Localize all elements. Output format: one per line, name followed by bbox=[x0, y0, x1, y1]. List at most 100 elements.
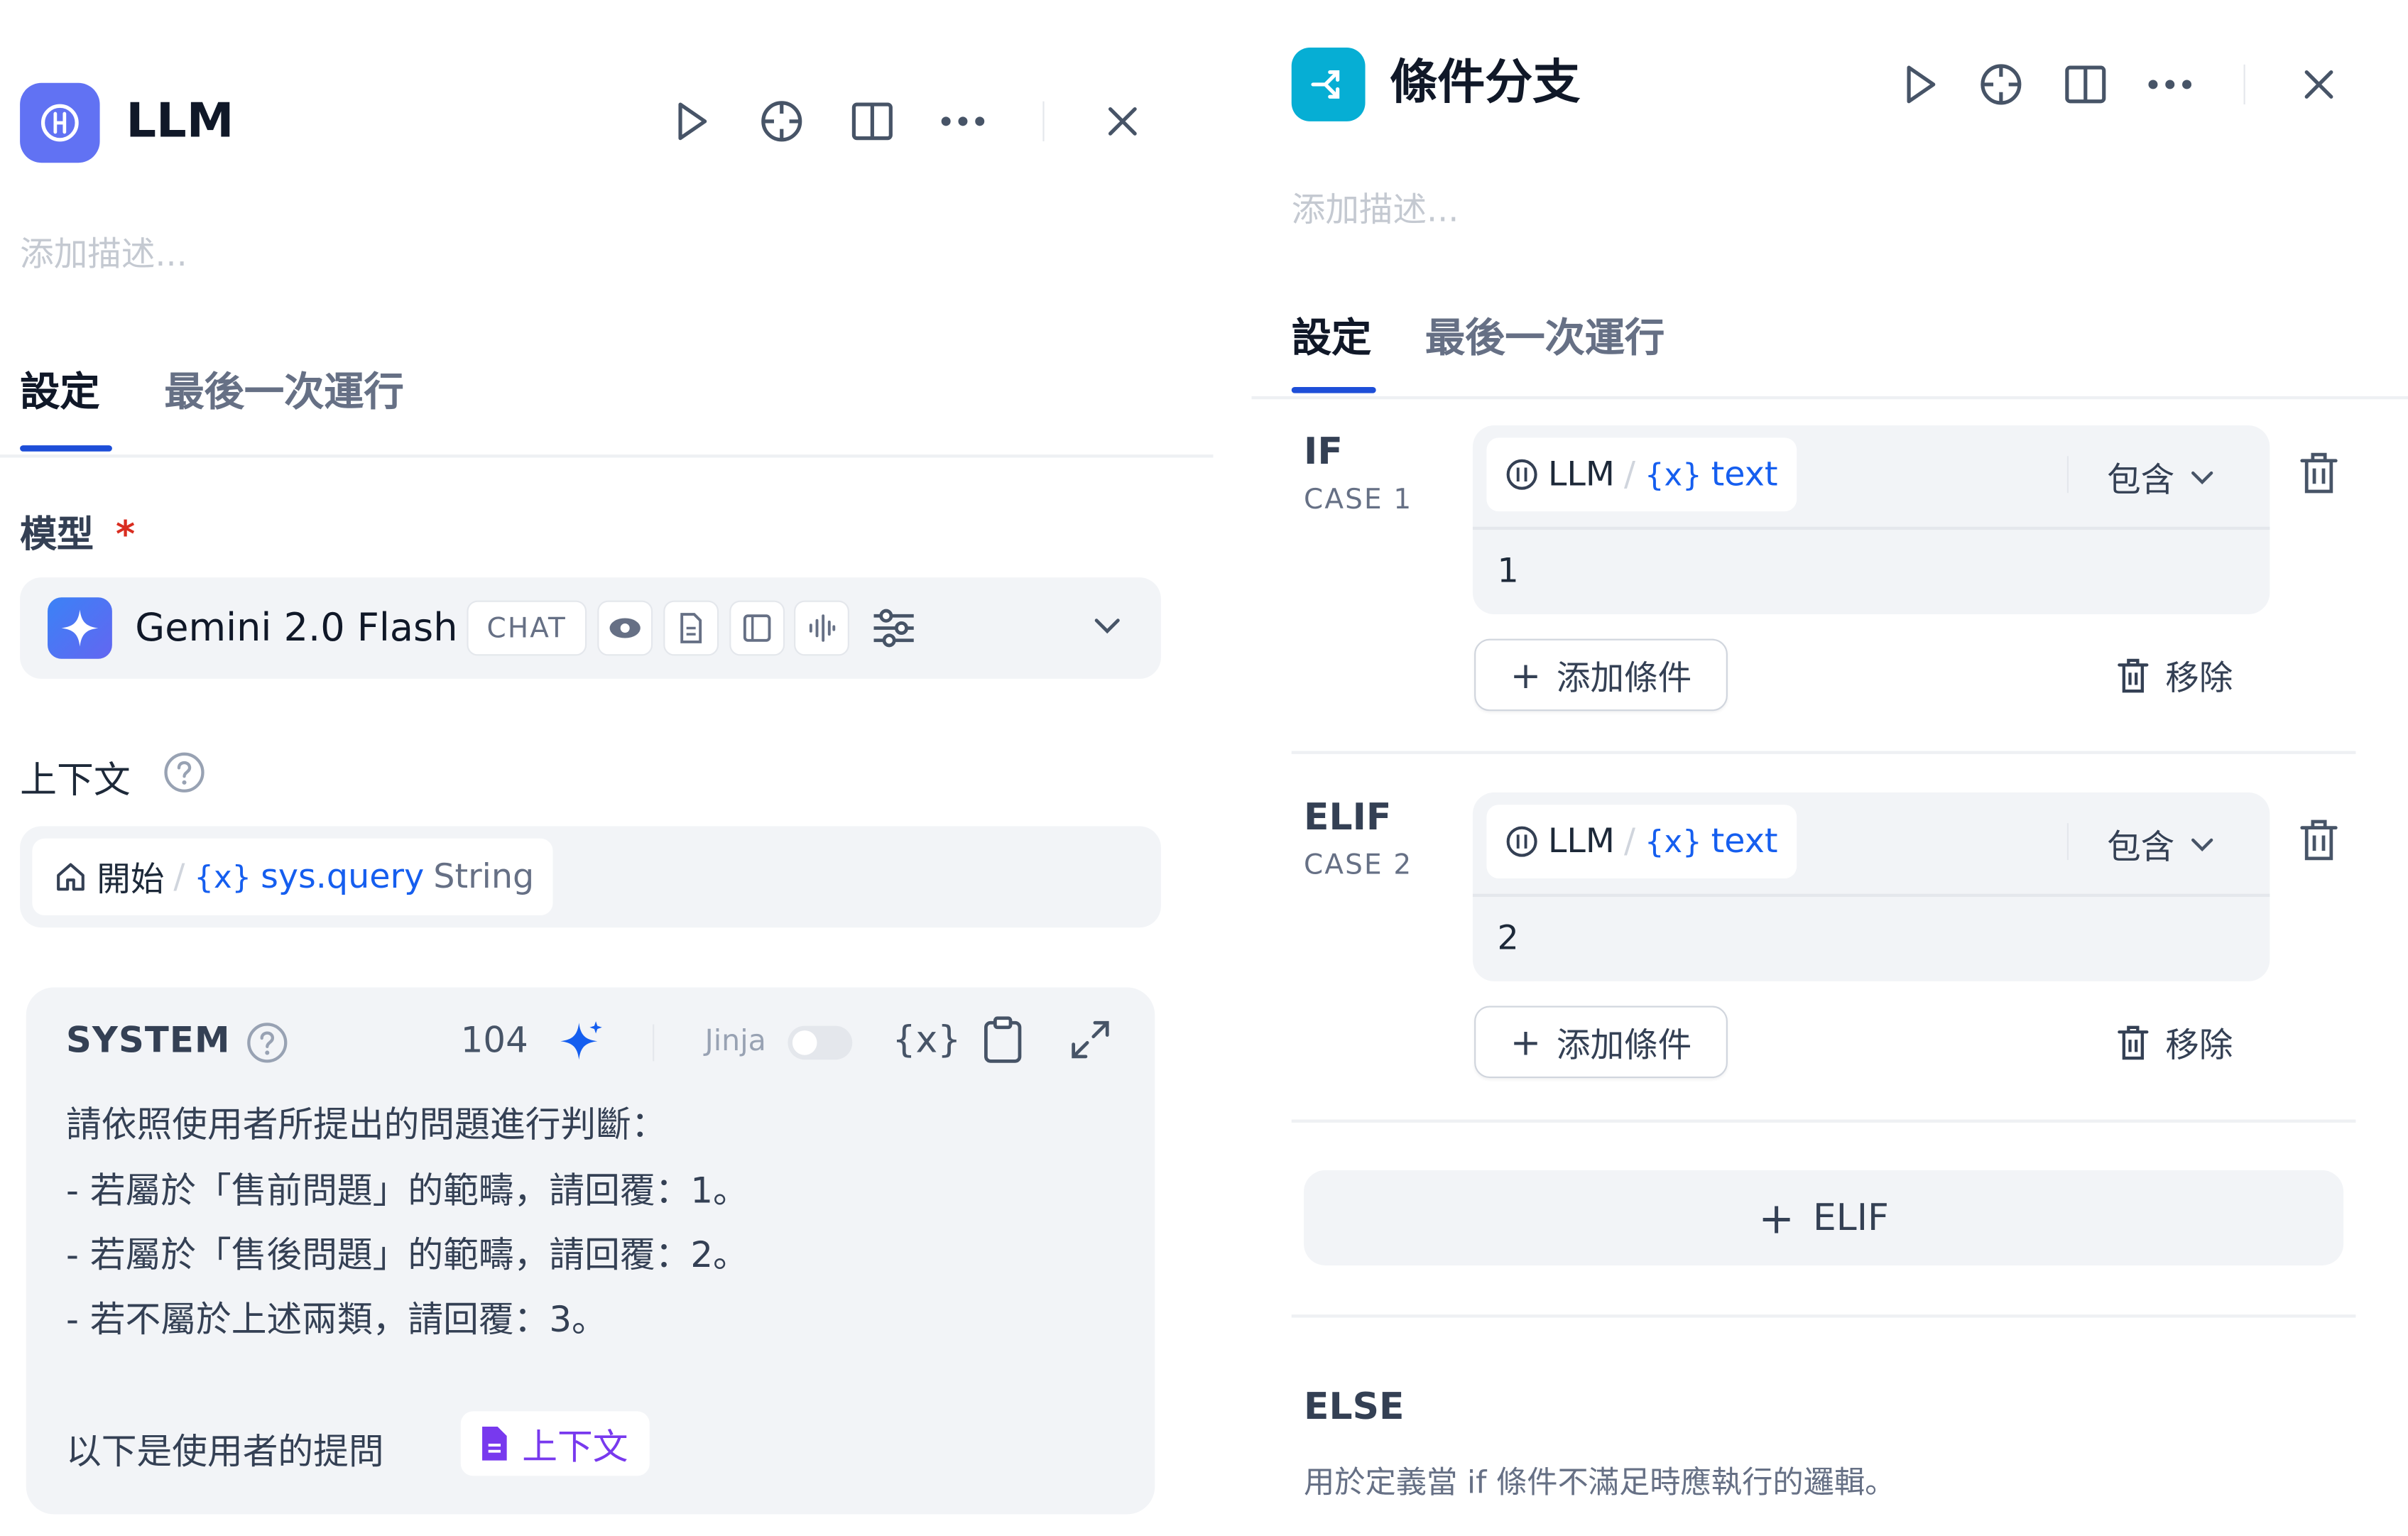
context-variable-chip[interactable]: 開始 / {x} sys.query String bbox=[32, 838, 553, 915]
llm-node-icon bbox=[20, 82, 100, 163]
node-title[interactable]: 條件分支 bbox=[1390, 50, 1580, 115]
node-title[interactable]: LLM bbox=[126, 89, 234, 153]
context-insert-chip[interactable]: 上下文 bbox=[460, 1411, 650, 1476]
else-label: ELSE bbox=[1304, 1385, 1405, 1429]
crosshair-icon bbox=[761, 101, 802, 142]
system-label: SYSTEM bbox=[65, 1021, 231, 1062]
prompt-line: 請依照使用者所提出的問題進行判斷： bbox=[65, 1106, 667, 1146]
close-icon bbox=[1108, 107, 1137, 136]
node-name: LLM bbox=[1547, 455, 1615, 494]
more-button[interactable] bbox=[937, 95, 989, 148]
operator-label: 包含 bbox=[2107, 462, 2175, 501]
case-divider bbox=[1291, 751, 2356, 753]
help-icon[interactable] bbox=[246, 1021, 289, 1070]
video-icon bbox=[743, 614, 771, 642]
case-label: CASE 2 bbox=[1304, 849, 1413, 882]
delete-condition-icon[interactable] bbox=[2297, 817, 2341, 870]
run-button[interactable] bbox=[1893, 58, 1946, 111]
jinja-toggle[interactable] bbox=[788, 1025, 853, 1060]
model-params-button[interactable] bbox=[868, 602, 920, 655]
operator-select[interactable]: 包含 bbox=[2107, 453, 2214, 502]
variable-type: String bbox=[433, 857, 535, 896]
add-elif-button[interactable]: + ELIF bbox=[1304, 1170, 2344, 1265]
case-keyword: ELIF bbox=[1304, 795, 1392, 839]
close-button[interactable] bbox=[1096, 95, 1149, 148]
vision-capability bbox=[597, 600, 653, 656]
condition-variable-chip[interactable]: LLM / {x} text bbox=[1486, 805, 1797, 879]
add-condition-button[interactable]: + 添加條件 bbox=[1474, 638, 1728, 712]
expand-icon[interactable] bbox=[1069, 1018, 1112, 1067]
audio-wave-icon bbox=[809, 614, 836, 642]
llm-icon bbox=[1506, 826, 1537, 857]
case-keyword: IF bbox=[1304, 430, 1343, 474]
book-icon bbox=[2065, 65, 2106, 104]
play-icon bbox=[1907, 65, 1936, 104]
tab-last-run[interactable]: 最後一次運行 bbox=[1425, 307, 1665, 364]
branch-node-icon bbox=[1291, 48, 1366, 121]
model-selector[interactable]: Gemini 2.0 Flash CHAT bbox=[20, 577, 1161, 679]
tab-settings[interactable]: 設定 bbox=[20, 361, 99, 418]
model-name: Gemini 2.0 Flash bbox=[135, 605, 458, 650]
prompt-line: - 若屬於「售前問題」的範疇，請回覆：1。 bbox=[65, 1172, 748, 1212]
plus-icon: + bbox=[1758, 1192, 1795, 1243]
prompt-line: - 若不屬於上述兩類，請回覆：3。 bbox=[65, 1300, 607, 1341]
model-label: 模型 * bbox=[20, 513, 136, 556]
remove-case-button[interactable]: 移除 bbox=[2116, 651, 2233, 700]
operator-separator bbox=[2066, 823, 2069, 861]
eye-icon bbox=[609, 618, 641, 638]
condition-variable-chip[interactable]: LLM / {x} text bbox=[1486, 437, 1797, 512]
add-condition-button[interactable]: + 添加條件 bbox=[1474, 1006, 1728, 1079]
context-field[interactable]: 開始 / {x} sys.query String bbox=[20, 826, 1161, 928]
path-separator: / bbox=[1623, 455, 1635, 494]
tab-settings[interactable]: 設定 bbox=[1292, 307, 1371, 364]
document-icon bbox=[680, 613, 702, 643]
add-condition-label: 添加條件 bbox=[1556, 1026, 1692, 1065]
ai-generate-icon[interactable] bbox=[559, 1018, 605, 1071]
system-prompt-editor[interactable]: SYSTEM 104 Jinja {x} 請依照使用者所提出的問題進行判斷： -… bbox=[26, 987, 1155, 1515]
chevron-down-icon[interactable] bbox=[1092, 614, 1123, 643]
document-capability bbox=[663, 600, 719, 656]
variable-name: sys.query bbox=[261, 857, 425, 896]
locate-button[interactable] bbox=[756, 95, 808, 148]
node-name: LLM bbox=[1547, 822, 1615, 861]
operator-select[interactable]: 包含 bbox=[2107, 820, 2214, 869]
delete-condition-icon[interactable] bbox=[2297, 450, 2341, 503]
document-icon bbox=[482, 1427, 507, 1461]
else-description: 用於定義當 if 條件不滿足時應執行的邏輯。 bbox=[1304, 1463, 1896, 1500]
trash-icon bbox=[2118, 1025, 2149, 1060]
required-mark: * bbox=[115, 513, 136, 556]
condition-value[interactable]: 2 bbox=[1498, 920, 1519, 958]
audio-capability bbox=[794, 600, 849, 656]
condition-value[interactable]: 1 bbox=[1498, 553, 1519, 592]
tabs-divider bbox=[1251, 396, 2408, 400]
header-separator bbox=[1042, 101, 1045, 141]
llm-node-panel: LLM 添加描述... 設定 最後一次運行 模型 * Gemini 2.0 Fl… bbox=[0, 0, 1214, 1524]
insert-variable-button[interactable]: {x} bbox=[892, 1018, 961, 1062]
docs-button[interactable] bbox=[2059, 58, 2112, 111]
operator-separator bbox=[2066, 456, 2069, 494]
docs-button[interactable] bbox=[846, 95, 899, 148]
remove-case-button[interactable]: 移除 bbox=[2116, 1018, 2233, 1067]
condition-divider bbox=[1472, 893, 2270, 896]
clipboard-icon[interactable] bbox=[981, 1015, 1025, 1070]
tab-last-run[interactable]: 最後一次運行 bbox=[164, 361, 403, 418]
description-input[interactable]: 添加描述... bbox=[1292, 183, 1459, 232]
locate-button[interactable] bbox=[1975, 58, 2027, 111]
condition-box: LLM / {x} text 包含 2 bbox=[1472, 792, 2270, 981]
prompt-line: - 若屬於「售後問題」的範疇，請回覆：2。 bbox=[65, 1236, 748, 1277]
help-icon[interactable] bbox=[163, 751, 206, 800]
variable-name: text bbox=[1711, 822, 1778, 861]
more-horizontal-icon bbox=[2148, 80, 2192, 89]
more-button[interactable] bbox=[2144, 58, 2196, 111]
home-icon bbox=[57, 863, 85, 891]
source-node-name: 開始 bbox=[97, 861, 165, 900]
active-tab-indicator bbox=[1291, 386, 1376, 393]
case-divider bbox=[1291, 1119, 2356, 1122]
close-button[interactable] bbox=[2293, 58, 2346, 111]
description-input[interactable]: 添加描述... bbox=[20, 227, 187, 276]
plus-icon: + bbox=[1510, 653, 1542, 697]
variable-icon: {x} bbox=[1644, 823, 1702, 861]
mode-badge: CHAT bbox=[467, 600, 587, 656]
run-button[interactable] bbox=[665, 95, 717, 148]
toolbar-separator bbox=[653, 1024, 655, 1062]
